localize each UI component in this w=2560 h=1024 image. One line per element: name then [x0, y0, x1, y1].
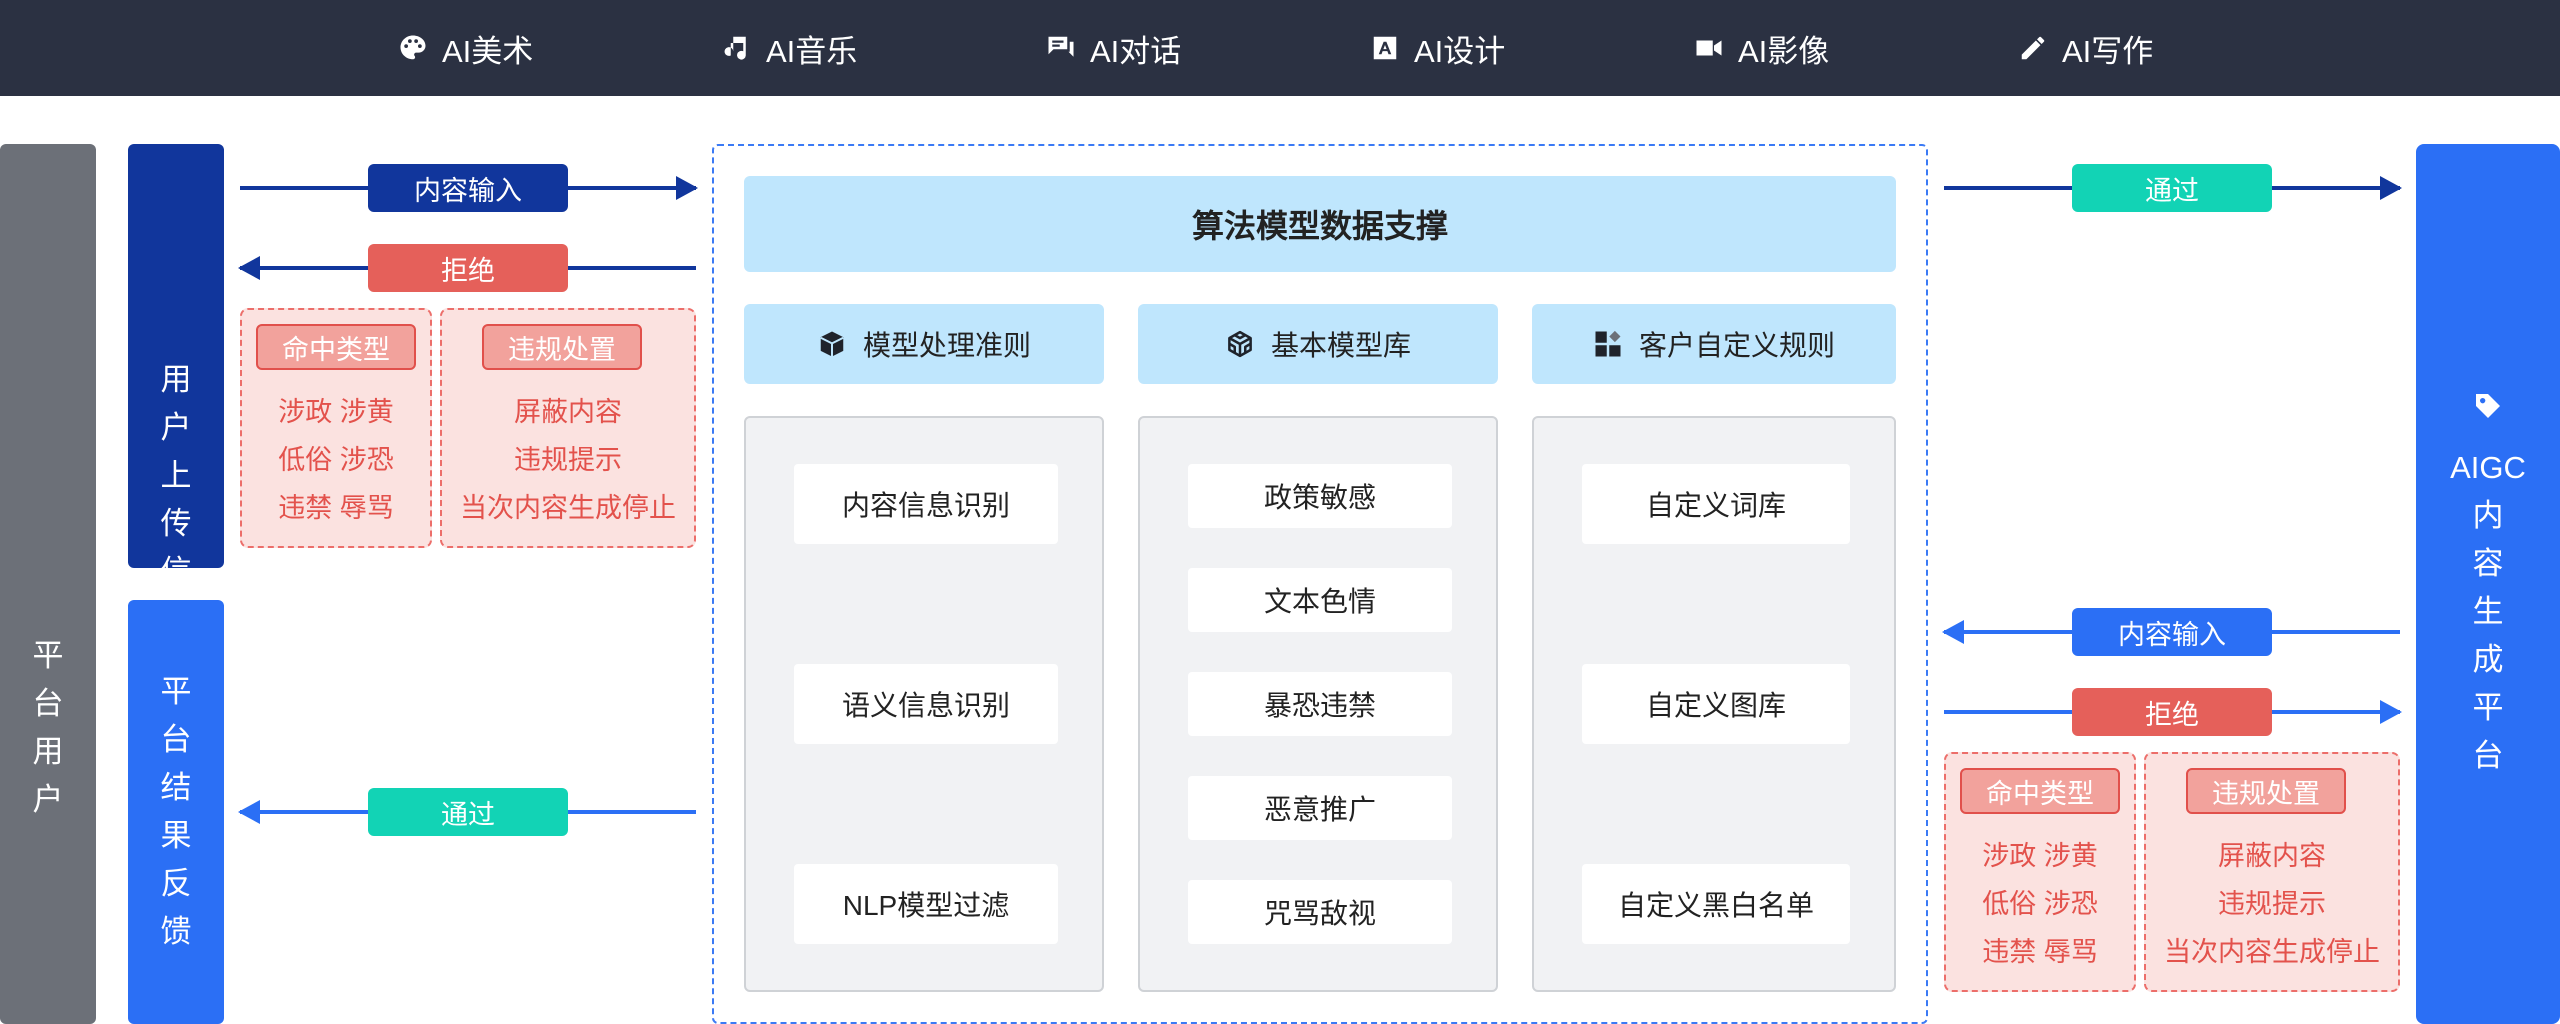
model-item: 恶意推广	[1188, 776, 1452, 840]
custom-rule-item: 自定义词库	[1582, 464, 1850, 544]
char: 用	[160, 362, 192, 397]
algorithm-header: 算法模型数据支撑	[744, 176, 1896, 272]
right-reject-pill: 拒绝	[2072, 688, 2272, 736]
char: 台	[160, 722, 192, 757]
nav-item-ai-video[interactable]: AI影像	[1694, 0, 1829, 96]
nav-item-ai-chat[interactable]: AI对话	[1046, 0, 1181, 96]
column-title: 模型处理准则	[862, 330, 1031, 361]
nav-label: AI写作	[2062, 33, 2154, 69]
user-upload-info-box: 用 户 上 传 信 息	[128, 144, 224, 637]
column-body-custom-rules: 自定义词库 自定义图库 自定义黑白名单	[1532, 416, 1896, 992]
char: AIGC	[2450, 450, 2526, 485]
left-reject-pill: 拒绝	[368, 244, 568, 292]
nav-item-ai-design[interactable]: AI设计	[1370, 0, 1505, 96]
violation-handling-tag: 违规处置	[2186, 768, 2346, 814]
platform-user-label: 平 台 用 户	[0, 632, 96, 824]
cube-icon	[820, 331, 844, 357]
char: 户	[160, 410, 192, 445]
violation-action-item: 违规提示	[514, 445, 622, 475]
column-title: 基本模型库	[1270, 330, 1411, 361]
char: 信	[160, 554, 192, 589]
violation-action-item: 当次内容生成停止	[2164, 937, 2380, 967]
violation-action-item: 当次内容生成停止	[460, 493, 676, 523]
aigc-platform-label: AIGC 内 容 生 成 平 台	[2416, 444, 2560, 780]
nav-item-ai-art[interactable]: AI美术	[398, 0, 533, 96]
right-pass-pill: 通过	[2072, 164, 2272, 212]
violation-action-item: 屏蔽内容	[514, 397, 622, 427]
top-nav-bar: AI美术 AI音乐 AI对话 AI设计 AI影像 AI写作	[0, 0, 2560, 96]
char: 用	[32, 734, 64, 769]
codesandbox-icon	[1228, 330, 1252, 358]
char: 台	[32, 686, 64, 721]
chat-icon	[1048, 36, 1074, 57]
nav-label: AI美术	[442, 33, 534, 69]
char: 生	[2472, 594, 2504, 629]
right-violation-handling-box: 违规处置 屏蔽内容 违规提示 当次内容生成停止	[2144, 752, 2400, 992]
nav-label: AI音乐	[766, 33, 858, 69]
platform-result-feedback-box: 平 台 结 果 反 馈	[128, 600, 224, 1024]
char: 果	[160, 818, 192, 853]
char: 结	[160, 770, 192, 805]
violation-handling-tag: 违规处置	[482, 324, 642, 370]
left-hit-type-box: 命中类型 涉政 涉黄 低俗 涉恐 违禁 辱骂	[240, 308, 432, 548]
violation-action-item: 屏蔽内容	[2218, 841, 2326, 871]
video-camera-icon	[1696, 40, 1722, 56]
hit-type-item: 违禁 辱骂	[278, 493, 394, 523]
hit-type-item: 低俗 涉恐	[278, 445, 394, 475]
left-pass-pill: 通过	[368, 788, 568, 836]
left-violation-handling-box: 违规处置 屏蔽内容 违规提示 当次内容生成停止	[440, 308, 696, 548]
custom-rule-item: 自定义图库	[1582, 664, 1850, 744]
column-head-base-model-library: 基本模型库	[1138, 304, 1498, 384]
hit-type-item: 低俗 涉恐	[1982, 889, 2098, 919]
hit-type-tag: 命中类型	[256, 324, 416, 370]
design-a-icon	[1373, 36, 1397, 60]
hit-type-tag: 命中类型	[1960, 768, 2120, 814]
nav-label: AI影像	[1738, 33, 1830, 69]
char: 平	[2472, 690, 2504, 725]
nav-item-ai-writing[interactable]: AI写作	[2018, 0, 2153, 96]
widgets-icon	[1595, 330, 1621, 357]
model-item: 文本色情	[1188, 568, 1452, 632]
right-content-input-pill: 内容输入	[2072, 608, 2272, 656]
tag-icon	[2476, 394, 2500, 418]
char: 成	[2472, 642, 2504, 677]
char: 内	[2472, 498, 2504, 533]
hit-type-item: 违禁 辱骂	[1982, 937, 2098, 967]
nav-label: AI设计	[1414, 33, 1506, 69]
hit-type-item: 涉政 涉黄	[278, 397, 394, 427]
char: 台	[2472, 738, 2504, 773]
nav-item-ai-music[interactable]: AI音乐	[722, 0, 857, 96]
pen-icon	[2021, 36, 2045, 60]
char: 平	[160, 674, 192, 709]
column-title: 客户自定义规则	[1638, 330, 1835, 361]
palette-icon	[400, 35, 426, 60]
nav-label: AI对话	[1090, 33, 1182, 69]
left-content-input-pill: 内容输入	[368, 164, 568, 212]
char: 容	[2472, 546, 2504, 581]
hit-type-item: 涉政 涉黄	[1982, 841, 2098, 871]
model-item: 咒骂敌视	[1188, 880, 1452, 944]
column-head-custom-rules: 客户自定义规则	[1532, 304, 1896, 384]
column-body-model-rules: 内容信息识别 语义信息识别 NLP模型过滤	[744, 416, 1104, 992]
rule-item: 内容信息识别	[794, 464, 1058, 544]
custom-rule-item: 自定义黑白名单	[1582, 864, 1850, 944]
column-body-base-model-library: 政策敏感 文本色情 暴恐违禁 恶意推广 咒骂敌视	[1138, 416, 1498, 992]
column-head-model-rules: 模型处理准则	[744, 304, 1104, 384]
right-hit-type-box: 命中类型 涉政 涉黄 低俗 涉恐 违禁 辱骂	[1944, 752, 2136, 992]
platform-user-column: 平 台 用 户	[0, 144, 96, 1024]
violation-action-item: 违规提示	[2218, 889, 2326, 919]
platform-feedback-label: 平 台 结 果 反 馈	[128, 668, 224, 956]
aigc-content-platform: AIGC 内 容 生 成 平 台	[2416, 144, 2560, 1024]
model-item: 政策敏感	[1188, 464, 1452, 528]
char: 传	[160, 506, 192, 541]
rule-item: 语义信息识别	[794, 664, 1058, 744]
char: 馈	[160, 914, 192, 949]
char: 户	[32, 782, 64, 817]
char: 平	[32, 638, 64, 673]
char: 上	[160, 458, 192, 493]
music-note-icon	[724, 36, 746, 60]
model-item: 暴恐违禁	[1188, 672, 1452, 736]
rule-item: NLP模型过滤	[794, 864, 1058, 944]
char: 反	[160, 866, 192, 901]
